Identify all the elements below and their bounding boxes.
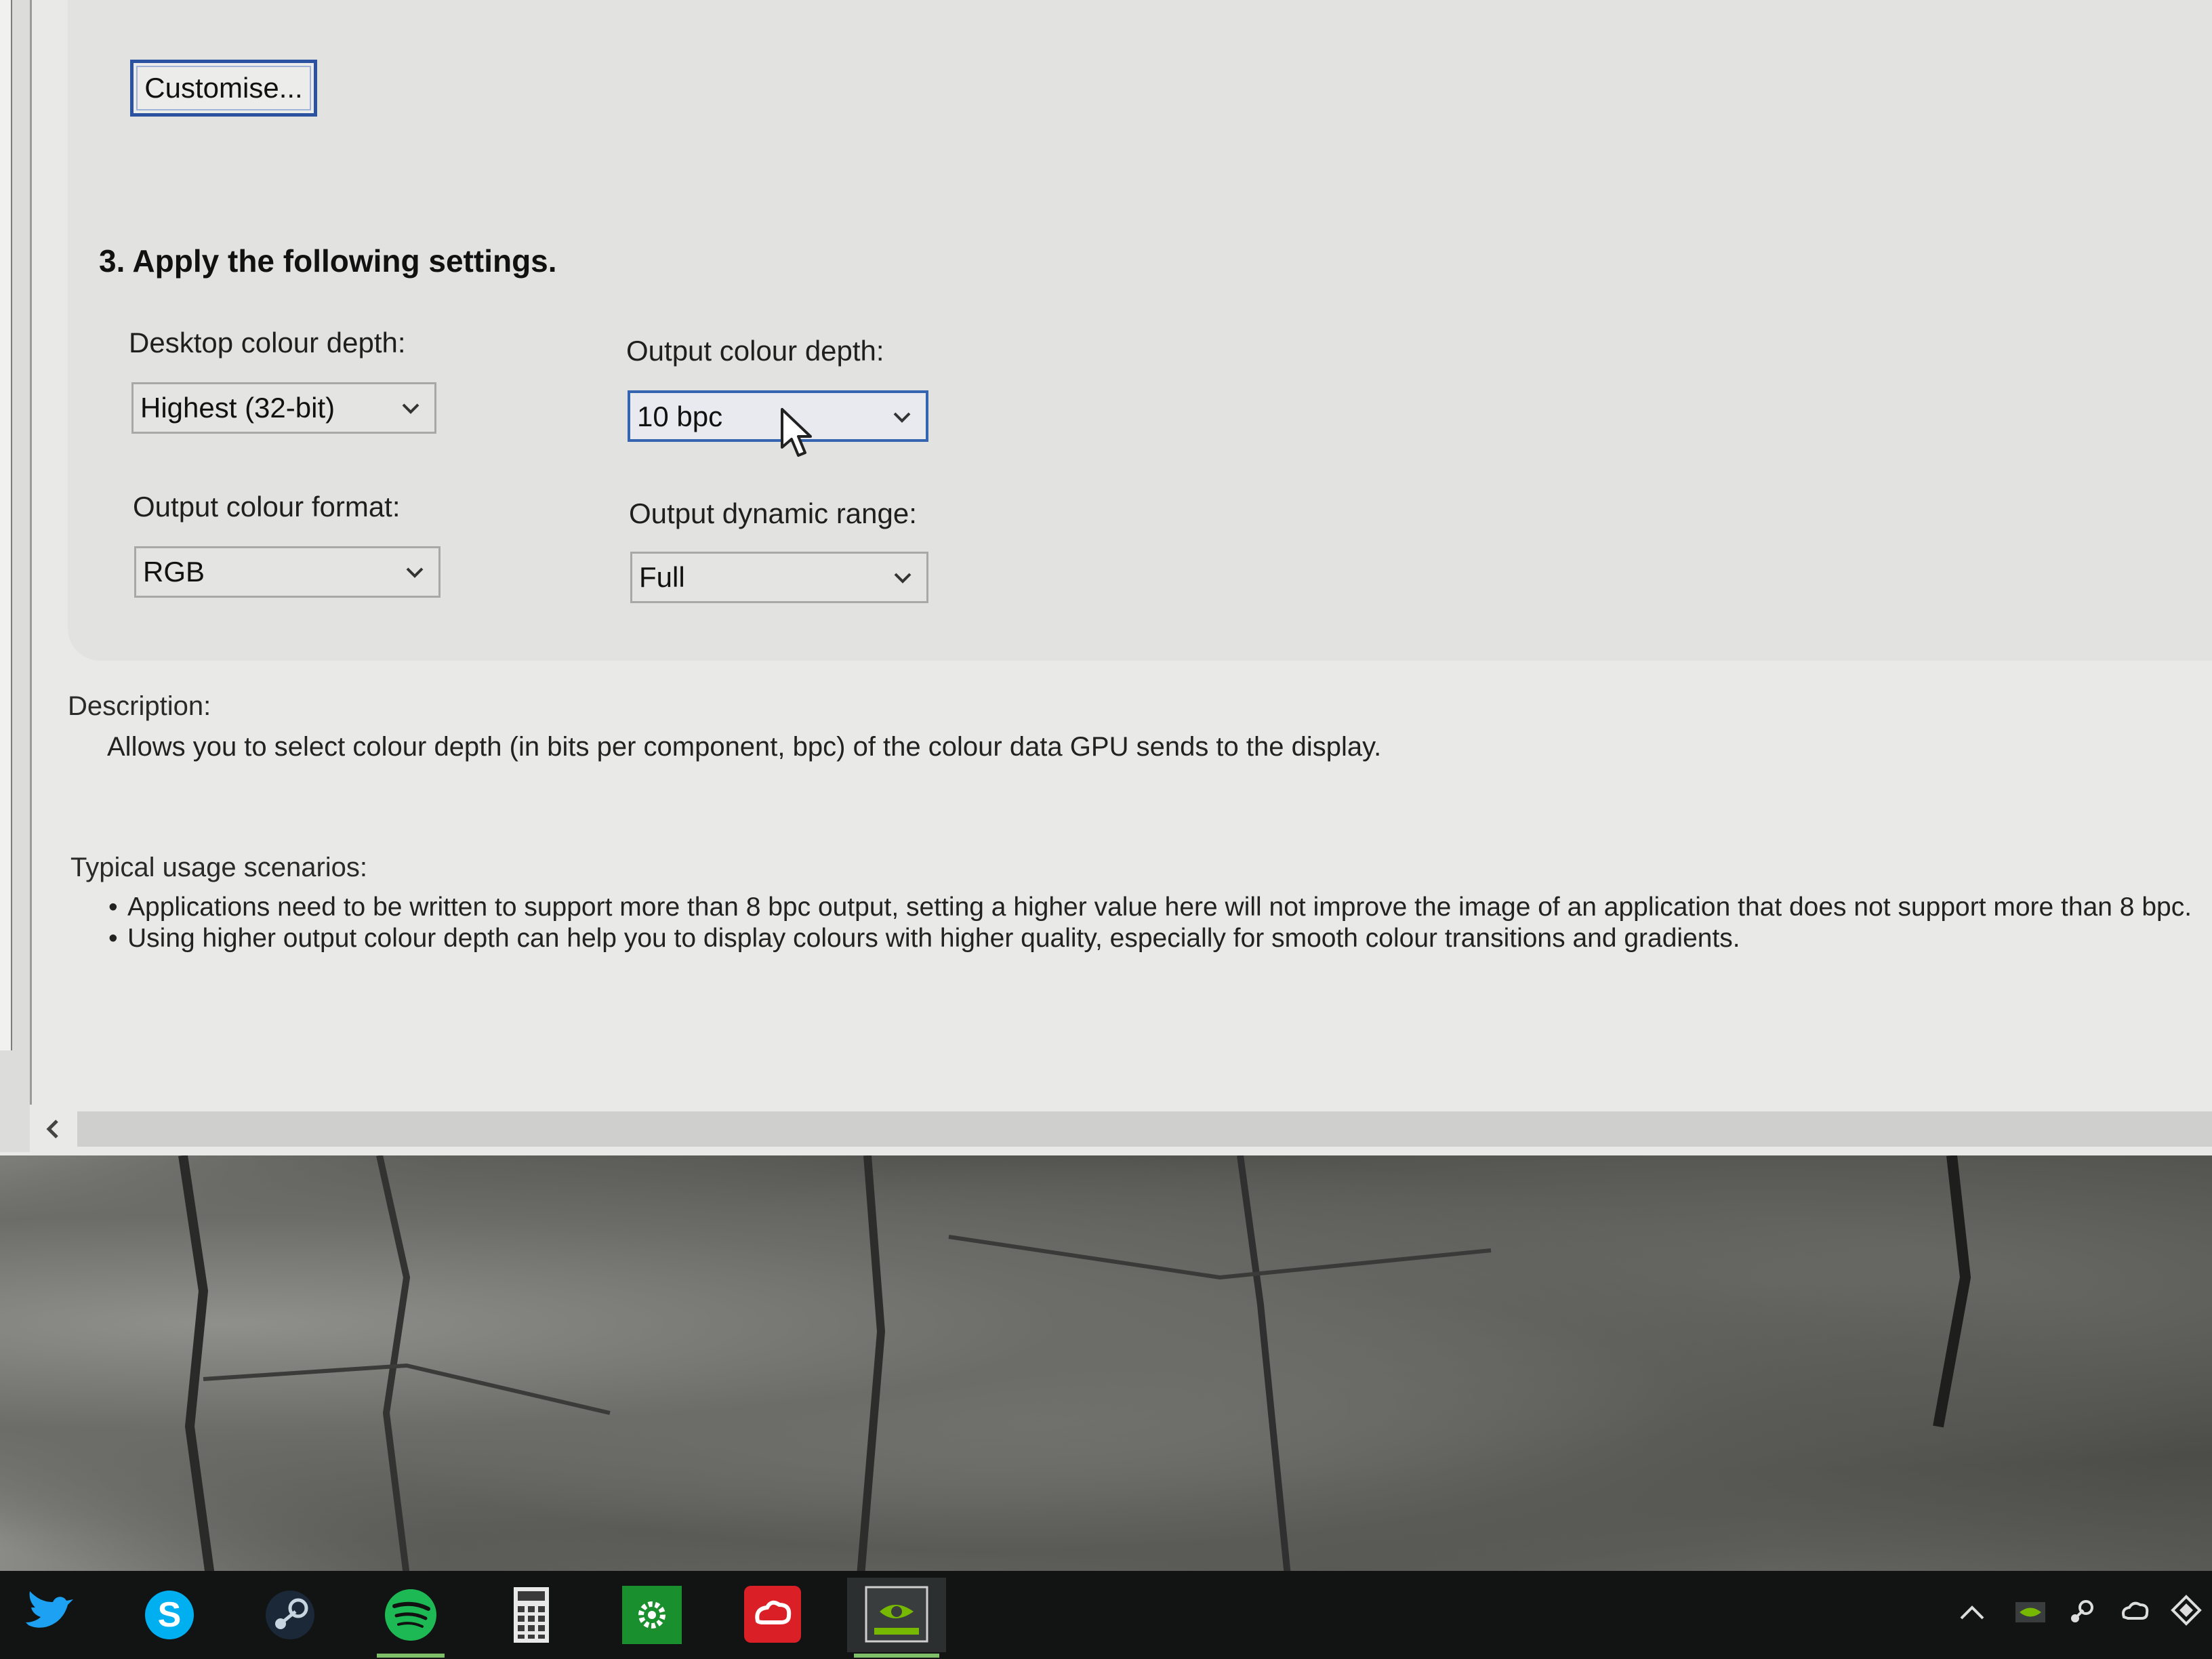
output-colour-depth-label: Output colour depth: <box>626 335 884 367</box>
list-item: • Applications need to be written to supp… <box>108 893 2192 922</box>
twitter-icon <box>26 1591 73 1628</box>
description-text: Allows you to select colour depth (in bi… <box>107 732 1382 762</box>
chevron-down-icon <box>402 403 419 414</box>
typical-usage-label: Typical usage scenarios: <box>70 853 368 882</box>
taskbar: S <box>0 1571 2212 1659</box>
output-dynamic-range-label: Output dynamic range: <box>629 497 917 529</box>
steam-tray-icon[interactable] <box>2062 1591 2102 1632</box>
output-dynamic-range-value: Full <box>639 561 685 593</box>
list-item: • Using higher output colour depth can he… <box>108 924 1740 953</box>
rock-cracks-decoration <box>178 1154 1971 1576</box>
taskbar-spotify[interactable] <box>370 1578 451 1658</box>
section-heading: 3. Apply the following settings. <box>99 243 557 279</box>
chevron-left-icon <box>46 1120 58 1139</box>
description-label: Description: <box>68 691 211 721</box>
nvidia-control-panel-window: Customise... 3. Apply the following sett… <box>0 0 2212 1162</box>
spotify-icon <box>385 1589 436 1641</box>
chevron-down-icon <box>406 567 424 578</box>
chevron-up-icon[interactable] <box>1952 1591 1992 1632</box>
taskbar-skype[interactable]: S <box>129 1578 210 1652</box>
mouse-cursor-icon <box>781 408 812 457</box>
taskbar-calculator[interactable] <box>491 1578 572 1652</box>
output-colour-depth-dropdown[interactable]: 10 bpc <box>628 390 928 442</box>
output-dynamic-range-dropdown[interactable]: Full <box>630 552 928 603</box>
desktop-colour-depth-dropdown[interactable]: Highest (32-bit) <box>131 382 436 434</box>
desktop-wallpaper <box>0 1154 2212 1576</box>
svg-text:S: S <box>158 1595 182 1635</box>
desktop-colour-depth-value: Highest (32-bit) <box>140 392 335 424</box>
nvidia-control-panel-icon <box>865 1586 928 1643</box>
nvidia-tray-icon[interactable] <box>2010 1591 2051 1632</box>
steam-icon <box>266 1591 314 1639</box>
chevron-down-icon <box>894 573 912 583</box>
creative-cloud-tray-icon[interactable] <box>2114 1591 2155 1632</box>
left-pane-scrollbar[interactable] <box>0 0 12 1050</box>
chevron-down-icon <box>893 412 911 423</box>
scroll-left-button[interactable] <box>30 1105 76 1153</box>
typical-usage-list: • Applications need to be written to supp… <box>108 892 2192 954</box>
horizontal-scrollbar[interactable] <box>30 1105 2212 1153</box>
left-pane-edge <box>0 0 32 1152</box>
taskbar-steam[interactable] <box>249 1578 331 1652</box>
creative-cloud-icon <box>744 1586 801 1643</box>
output-colour-depth-value: 10 bpc <box>637 401 723 432</box>
customise-button[interactable]: Customise... <box>130 60 317 117</box>
taskbar-settings[interactable] <box>611 1578 693 1652</box>
scrollbar-thumb[interactable] <box>77 1111 2212 1147</box>
taskbar-creative-cloud[interactable] <box>732 1578 813 1652</box>
desktop-colour-depth-label: Desktop colour depth: <box>129 327 406 359</box>
settings-gear-icon <box>622 1586 682 1644</box>
output-colour-format-label: Output colour format: <box>133 491 401 523</box>
skype-icon: S <box>145 1591 194 1639</box>
output-colour-format-dropdown[interactable]: RGB <box>134 546 441 598</box>
output-colour-format-value: RGB <box>143 556 205 588</box>
taskbar-twitter[interactable] <box>8 1578 89 1652</box>
calculator-icon <box>514 1587 549 1643</box>
taskbar-nvidia-control-panel[interactable] <box>847 1578 946 1658</box>
dropbox-tray-icon[interactable] <box>2166 1591 2207 1632</box>
